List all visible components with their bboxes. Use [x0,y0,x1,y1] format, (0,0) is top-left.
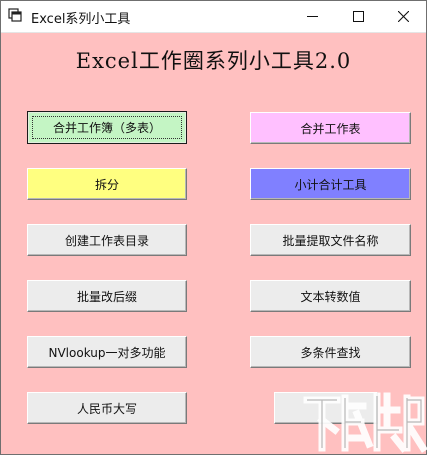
close-button[interactable] [380,1,426,32]
subtotal-tool-button[interactable]: 小计合计工具 [250,168,411,200]
merge-worksheets-button[interactable]: 合并工作表 [250,112,411,144]
batch-change-suffix-button[interactable]: 批量改后缀 [27,280,187,312]
create-sheet-index-label: 创建工作表目录 [64,233,149,248]
subtotal-tool-label: 小计合计工具 [294,177,367,192]
create-sheet-index-button[interactable]: 创建工作表目录 [27,224,187,256]
window-title: Excel系列小工具 [31,12,131,27]
form-heading: Excel工作圈系列小工具2.0 [75,49,352,73]
maximize-icon [352,11,364,22]
site-logo-watermark [303,392,427,453]
text-to-number-label: 文本转数值 [300,289,361,304]
batch-extract-filenames-label: 批量提取文件名称 [282,233,379,248]
minimize-button[interactable] [289,1,335,32]
multi-condition-lookup-label: 多条件查找 [300,345,361,360]
merge-worksheets-label: 合并工作表 [300,121,361,136]
split-label: 拆分 [94,177,119,192]
multi-condition-lookup-button[interactable]: 多条件查找 [250,336,411,368]
maximize-button[interactable] [335,1,381,32]
split-button[interactable]: 拆分 [27,168,187,200]
close-icon [397,11,409,22]
batch-extract-filenames-button[interactable]: 批量提取文件名称 [250,224,411,256]
app-window: Excel系列小工具 Excel工作圈系列小工具2.0 合并工作簿（多表） 合并… [0,0,427,455]
batch-change-suffix-label: 批量改后缀 [76,289,137,304]
minimize-icon [306,16,318,17]
vlookup-one-to-many-label: NVlookup一对多功能 [48,345,166,360]
rmb-uppercase-button[interactable]: 人民币大写 [27,392,187,424]
app-icon [8,8,22,22]
title-bar[interactable]: Excel系列小工具 [1,1,426,33]
rmb-uppercase-label: 人民币大写 [76,401,137,416]
focus-ring [32,116,182,139]
vlookup-one-to-many-button[interactable]: NVlookup一对多功能 [27,336,187,368]
merge-workbooks-button[interactable]: 合并工作簿（多表） [27,111,187,144]
text-to-number-button[interactable]: 文本转数值 [250,280,411,312]
